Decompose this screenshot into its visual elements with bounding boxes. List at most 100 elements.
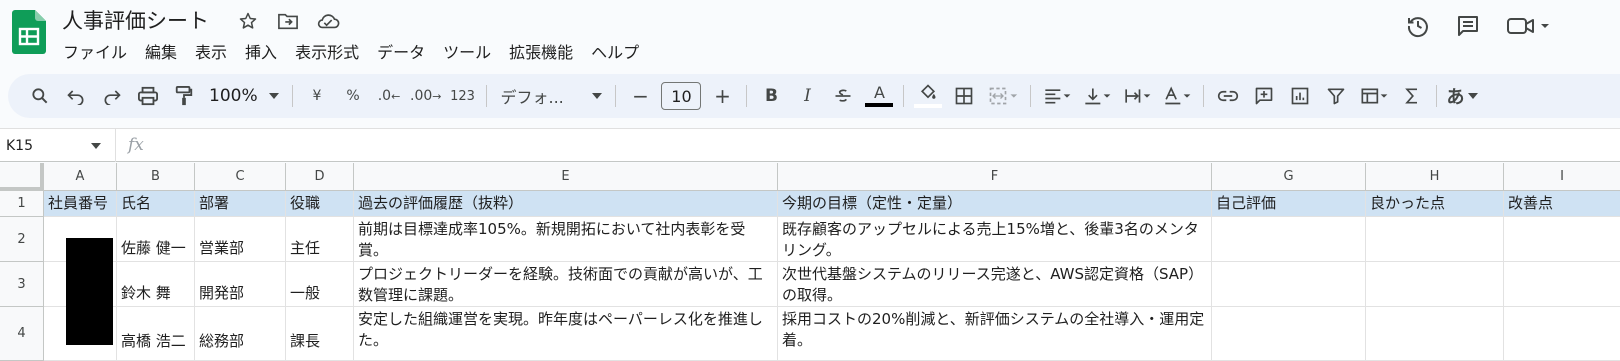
document-title[interactable]: 人事評価シート	[62, 5, 209, 35]
redo-icon[interactable]	[97, 80, 127, 112]
insert-link-icon[interactable]	[1213, 80, 1243, 112]
more-formats-button[interactable]: 123	[447, 80, 477, 112]
name-box[interactable]: K15	[0, 129, 116, 162]
bold-button[interactable]: B	[756, 80, 786, 112]
select-all-corner[interactable]	[0, 163, 44, 191]
cell-department[interactable]: 総務部	[195, 307, 286, 361]
input-tools-button[interactable]: あ	[1446, 80, 1479, 112]
filter-views-icon[interactable]	[1357, 80, 1391, 112]
row-header-1[interactable]: 1	[0, 191, 44, 217]
undo-icon[interactable]	[61, 80, 91, 112]
zoom-select[interactable]: 100%	[205, 80, 283, 112]
cell-department[interactable]: 営業部	[195, 217, 286, 262]
column-header-d[interactable]: D	[286, 163, 354, 191]
font-size-input[interactable]: 10	[661, 82, 702, 110]
header-cell-goals[interactable]: 今期の目標（定性・定量）	[778, 191, 1212, 217]
increase-font-size-button[interactable]: +	[707, 80, 737, 112]
move-folder-icon[interactable]	[276, 9, 300, 33]
cell-goals[interactable]: 既存顧客のアップセルによる売上15%増と、後輩3名のメンタリング。	[778, 217, 1212, 262]
paint-format-icon[interactable]	[169, 80, 199, 112]
column-header-e[interactable]: E	[354, 163, 778, 191]
cell-position[interactable]: 主任	[286, 217, 354, 262]
decrease-font-size-button[interactable]: −	[625, 80, 655, 112]
row-header-4[interactable]: 4	[0, 307, 44, 361]
cell-name[interactable]: 高橋 浩二	[117, 307, 195, 361]
cell-name[interactable]: 鈴木 舞	[117, 262, 195, 307]
cell-past-evaluation[interactable]: プロジェクトリーダーを経験。技術面での貢献が高いが、工数管理に課題。	[354, 262, 778, 307]
text-rotation-icon[interactable]	[1160, 80, 1194, 112]
header-cell-self-evaluation[interactable]: 自己評価	[1212, 191, 1366, 217]
column-header-b[interactable]: B	[117, 163, 195, 191]
column-header-a[interactable]: A	[44, 163, 117, 191]
cell-position[interactable]: 課長	[286, 307, 354, 361]
version-history-icon[interactable]	[1406, 14, 1430, 38]
menu-tools[interactable]: ツール	[434, 37, 500, 65]
header-cell-department[interactable]: 部署	[195, 191, 286, 217]
column-header-g[interactable]: G	[1212, 163, 1366, 191]
row-header-2[interactable]: 2	[0, 217, 44, 262]
column-header-h[interactable]: H	[1366, 163, 1504, 191]
header-cell-name[interactable]: 氏名	[117, 191, 195, 217]
merge-cells-icon[interactable]	[985, 80, 1021, 112]
italic-button[interactable]: I	[792, 80, 822, 112]
borders-icon[interactable]	[949, 80, 979, 112]
header-cell-good-points[interactable]: 良かった点	[1366, 191, 1504, 217]
currency-format-button[interactable]: ¥	[302, 80, 332, 112]
column-header-c[interactable]: C	[195, 163, 286, 191]
cell-improvements[interactable]	[1504, 262, 1620, 307]
decrease-decimal-button[interactable]: .0 ←	[374, 80, 404, 112]
filter-icon[interactable]	[1321, 80, 1351, 112]
text-color-button[interactable]: A	[864, 80, 894, 112]
cell-position[interactable]: 一般	[286, 262, 354, 307]
cell-goals[interactable]: 採用コストの20%削減と、新評価システムの全社導入・運用定着。	[778, 307, 1212, 361]
menu-extensions[interactable]: 拡張機能	[500, 37, 582, 65]
insert-chart-icon[interactable]	[1285, 80, 1315, 112]
cell-good-points[interactable]	[1366, 307, 1504, 361]
header-cell-employee-id[interactable]: 社員番号	[44, 191, 117, 217]
column-header-f[interactable]: F	[778, 163, 1212, 191]
vertical-align-icon[interactable]	[1080, 80, 1114, 112]
horizontal-align-icon[interactable]	[1040, 80, 1074, 112]
percent-format-button[interactable]: %	[338, 80, 368, 112]
header-cell-position[interactable]: 役職	[286, 191, 354, 217]
search-menus-icon[interactable]	[25, 80, 55, 112]
cell-past-evaluation[interactable]: 安定した組織運営を実現。昨年度はペーパーレス化を推進した。	[354, 307, 778, 361]
cell-name[interactable]: 佐藤 健一	[117, 217, 195, 262]
column-header-i[interactable]: I	[1504, 163, 1620, 191]
text-wrapping-icon[interactable]	[1120, 80, 1154, 112]
row-header-3[interactable]: 3	[0, 262, 44, 307]
insert-comment-icon[interactable]	[1249, 80, 1279, 112]
cell-self-evaluation[interactable]	[1212, 307, 1366, 361]
cell-good-points[interactable]	[1366, 217, 1504, 262]
spreadsheet-grid: A B C D E F G H I 1 2 3 4 社員番号 氏名 部署 役職 …	[0, 163, 1620, 361]
cell-good-points[interactable]	[1366, 262, 1504, 307]
meet-camera-icon[interactable]	[1506, 14, 1550, 38]
menu-insert[interactable]: 挿入	[236, 37, 286, 65]
print-icon[interactable]	[133, 80, 163, 112]
menu-format[interactable]: 表示形式	[286, 37, 368, 65]
cell-self-evaluation[interactable]	[1212, 217, 1366, 262]
cell-past-evaluation[interactable]: 前期は目標達成率105%。新規開拓において社内表彰を受賞。	[354, 217, 778, 262]
toolbar: 100% ¥ % .0 ← .00 → 123 デフォ... − 10 + B …	[8, 74, 1620, 118]
cell-department[interactable]: 開発部	[195, 262, 286, 307]
increase-decimal-button[interactable]: .00 →	[410, 80, 441, 112]
header-cell-improvements[interactable]: 改善点	[1504, 191, 1620, 217]
comments-icon[interactable]	[1456, 14, 1480, 38]
cell-improvements[interactable]	[1504, 217, 1620, 262]
menu-view[interactable]: 表示	[186, 37, 236, 65]
menu-file[interactable]: ファイル	[54, 37, 136, 65]
cell-goals[interactable]: 次世代基盤システムのリリース完遂と、AWS認定資格（SAP）の取得。	[778, 262, 1212, 307]
functions-icon[interactable]	[1397, 80, 1427, 112]
menu-data[interactable]: データ	[368, 37, 434, 65]
cell-improvements[interactable]	[1504, 307, 1620, 361]
cloud-status-icon[interactable]	[316, 9, 340, 33]
fill-color-icon[interactable]	[913, 80, 943, 112]
menu-edit[interactable]: 編集	[136, 37, 186, 65]
menu-help[interactable]: ヘルプ	[582, 37, 648, 65]
strikethrough-icon[interactable]	[828, 80, 858, 112]
star-icon[interactable]	[236, 9, 260, 33]
sheets-logo-icon[interactable]	[12, 10, 46, 54]
header-cell-past-evaluation[interactable]: 過去の評価履歴（抜粋）	[354, 191, 778, 217]
cell-self-evaluation[interactable]	[1212, 262, 1366, 307]
font-select[interactable]: デフォ...	[496, 80, 606, 112]
